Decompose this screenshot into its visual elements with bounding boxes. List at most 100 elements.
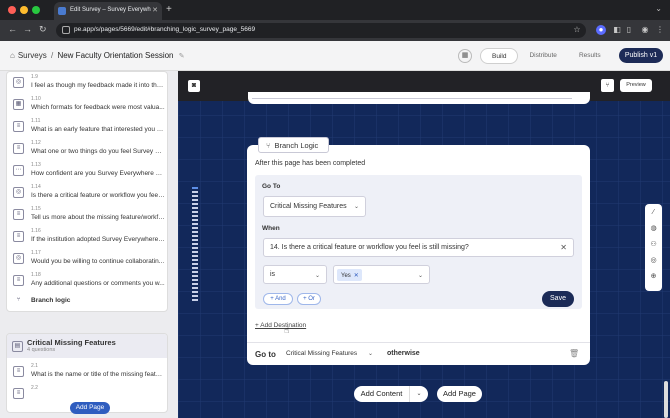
publish-button[interactable]: Publish v1 [619, 48, 663, 63]
branch-logic-icon[interactable]: ⑂ [601, 79, 614, 92]
preview-button[interactable]: Preview [620, 79, 652, 92]
bookmark-star-icon[interactable]: ☆ [572, 25, 582, 35]
compass-icon[interactable]: ◎ [649, 256, 658, 265]
radio-icon: ◎ [13, 187, 24, 198]
survey-title[interactable]: New Faculty Orientation Session [57, 51, 173, 60]
question-number: 1.18 [31, 272, 41, 278]
calendar-icon[interactable]: ▦ [458, 49, 472, 63]
trash-icon[interactable]: 🗑 [569, 349, 579, 358]
fallback-destination-value: Critical Missing Features [286, 350, 358, 357]
pencil-icon[interactable]: ✎ [179, 53, 185, 60]
browser-tab[interactable]: Edit Survey – Survey Everywh ✕ [54, 2, 162, 20]
forward-icon[interactable]: → [23, 24, 32, 34]
branch-logic-tab[interactable]: ⑂ Branch Logic [258, 137, 329, 153]
list-item[interactable]: ≡ 2.1 What is the name or title of the m… [11, 362, 165, 382]
tab-search-icon[interactable]: ⌄ [655, 4, 662, 13]
list-item[interactable]: ≡ 1.11 What is an early feature that int… [11, 117, 165, 137]
text-icon: ≡ [13, 121, 24, 132]
list-item[interactable]: ⋯ 1.13 How confident are you Survey Ever… [11, 161, 165, 181]
back-icon[interactable]: ← [8, 24, 17, 34]
new-tab-icon[interactable]: + [166, 4, 172, 15]
clear-icon[interactable]: ✕ [560, 243, 567, 252]
branch-rule: Go To Critical Missing Features ⌄ When 1… [255, 175, 582, 309]
sidebar-item-branch-logic[interactable]: ⑂ Branch logic [11, 292, 165, 311]
page-card[interactable] [248, 92, 590, 104]
magic-wand-icon[interactable]: ⁄ [649, 208, 658, 217]
tab-distribute[interactable]: Distribute [518, 48, 567, 64]
list-item[interactable]: ▦ 1.10 Which formats for feedback were m… [11, 95, 165, 115]
goto-destination-value: Critical Missing Features [270, 203, 347, 210]
list-item[interactable]: ◎ 1.9 I feel as though my feedback made … [11, 73, 165, 93]
value-chip: Yes ✕ [337, 269, 362, 281]
minimize-window-icon[interactable] [20, 6, 28, 14]
chevron-down-icon: ⌄ [353, 204, 359, 210]
home-icon[interactable]: ⌂ [10, 51, 15, 60]
page-section[interactable]: ▤ Critical Missing Features 4 questions … [6, 333, 168, 413]
scrollbar[interactable] [664, 381, 668, 418]
globe-icon[interactable]: ⊕ [649, 272, 658, 281]
branch-description: After this page has been completed [255, 160, 366, 167]
chevron-down-icon: ⌄ [417, 273, 423, 279]
extensions-puzzle-icon[interactable]: ◧ [612, 25, 622, 35]
question-number: 1.9 [31, 74, 38, 80]
profile-icon[interactable]: ◉ [640, 25, 650, 35]
save-button[interactable]: Save [542, 291, 574, 307]
breadcrumb-surveys[interactable]: Surveys [18, 51, 47, 60]
close-window-icon[interactable] [8, 6, 16, 14]
list-item[interactable]: ◎ 1.17 Would you be willing to continue … [11, 249, 165, 269]
condition-question-select[interactable]: 14. Is there a critical feature or workf… [263, 238, 574, 257]
users-icon[interactable]: ⚇ [649, 240, 658, 249]
question-number: 2.1 [31, 363, 38, 369]
add-and-button[interactable]: + And [263, 293, 293, 305]
add-or-button[interactable]: + Or [297, 293, 321, 305]
sidebar-icon[interactable]: ▯ [624, 25, 634, 35]
site-info-icon[interactable] [62, 26, 70, 34]
goto-destination-select[interactable]: Critical Missing Features ⌄ [263, 196, 366, 217]
palette-icon[interactable]: ◍ [649, 224, 658, 233]
question-text: What is the name or title of the missing… [31, 371, 165, 378]
fallback-destination-select[interactable]: Critical Missing Features ⌄ [281, 346, 379, 362]
text-icon: ≡ [13, 275, 24, 286]
menu-icon[interactable]: ⋮ [655, 25, 665, 35]
tab-results[interactable]: Results [568, 48, 612, 64]
address-bar[interactable]: pe.app/s/pages/5669/edit#branching_logic… [56, 23, 586, 38]
question-number: 1.10 [31, 96, 41, 102]
tab-build[interactable]: Build [480, 48, 519, 64]
list-item[interactable]: ≡ 1.15 Tell us more about the missing fe… [11, 205, 165, 225]
extension-icon[interactable]: ● [596, 25, 606, 35]
tab-title: Edit Survey – Survey Everywh [70, 7, 151, 13]
chevron-down-icon[interactable]: ⌄ [413, 386, 425, 402]
favicon-icon [58, 7, 66, 15]
reload-icon[interactable]: ↻ [39, 24, 47, 35]
question-number: 1.12 [31, 140, 41, 146]
close-tab-icon[interactable]: ✕ [152, 6, 158, 14]
section-question-count: 4 questions [27, 347, 56, 353]
list-item[interactable]: ≡ 1.12 What one or two things do you fee… [11, 139, 165, 159]
breadcrumb-separator: / [50, 51, 54, 60]
list-item[interactable]: ◎ 1.14 Is there a critical feature or wo… [11, 183, 165, 203]
maximize-window-icon[interactable] [32, 6, 40, 14]
value-select[interactable]: Yes ✕ ⌄ [333, 265, 430, 284]
radio-icon: ◎ [13, 253, 24, 264]
add-destination-link[interactable]: + Add Destination [255, 322, 306, 329]
branch-logic-card: After this page has been completed Go To… [247, 145, 590, 365]
page-icon: ▤ [12, 341, 23, 352]
browser-tab-bar: Edit Survey – Survey Everywh ✕ + ⌄ [0, 0, 670, 20]
page-scroll-indicator[interactable] [192, 187, 198, 307]
scale-icon: ⋯ [13, 165, 24, 176]
question-number: 1.11 [31, 118, 41, 124]
section-title: Critical Missing Features [27, 338, 116, 347]
when-label: When [262, 225, 280, 232]
camera-icon[interactable]: ◙ [188, 80, 200, 92]
list-item[interactable]: ≡ 1.18 Any additional questions or comme… [11, 271, 165, 291]
add-page-main-button[interactable]: Add Page [437, 386, 482, 402]
operator-select[interactable]: is ⌄ [263, 265, 327, 284]
app-header: ⌂ Surveys / New Faculty Orientation Sessi… [0, 41, 670, 71]
list-item[interactable]: ≡ 1.16 If the institution adopted Survey… [11, 227, 165, 247]
add-page-button[interactable]: Add Page [70, 402, 110, 414]
remove-chip-icon[interactable]: ✕ [354, 273, 359, 279]
add-content-button[interactable]: Add Content ⌄ [354, 386, 428, 402]
text-icon: ≡ [13, 143, 24, 154]
section-header[interactable]: ▤ Critical Missing Features 4 questions [7, 334, 167, 358]
list-item[interactable]: ≡ 2.2 [11, 384, 165, 404]
